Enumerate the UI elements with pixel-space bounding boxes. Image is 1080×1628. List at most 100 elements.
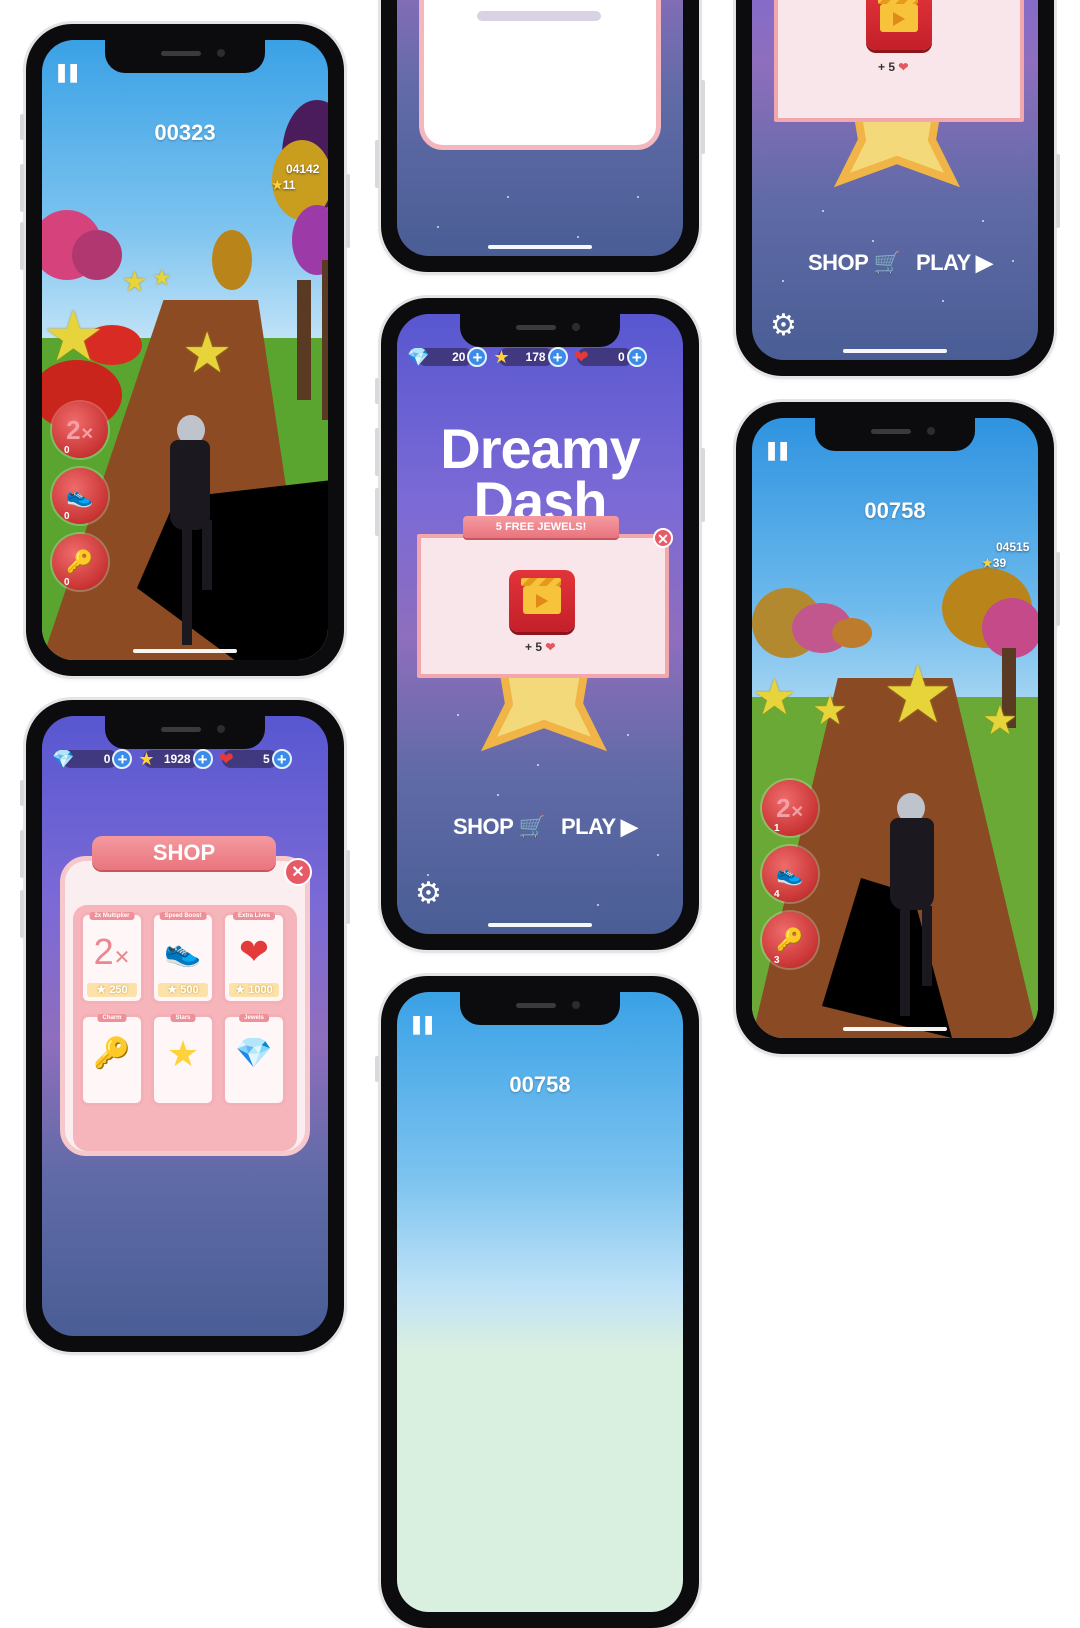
shop-title: SHOP (152, 840, 216, 865)
shop-button[interactable]: SHOP 🛒 (453, 814, 546, 840)
play-button[interactable]: PLAY ▶ (561, 814, 638, 840)
play-icon: ▶ (975, 250, 993, 275)
powerup-count: 0 (64, 445, 70, 456)
game-screen: ★ ★ ★ ★ ❚❚ 00323 04142 ★11 2✕ 0 👟 0 🔑 0 (42, 40, 328, 660)
star-icon: ★ (138, 748, 155, 769)
add-stars-button[interactable]: + (547, 347, 568, 367)
heart-jewel-icon: ❤ (898, 60, 909, 74)
item-label: Jewels (239, 1014, 269, 1022)
heart-icon: ❤ (218, 748, 234, 769)
speed-shoes-powerup[interactable]: 👟 0 (52, 468, 108, 524)
charm-powerup[interactable]: 🔑 3 (762, 912, 818, 968)
jewel-counter: 💎 20 + (407, 346, 488, 368)
home-indicator (488, 923, 592, 927)
lives-counter: ❤ 5 + (219, 748, 292, 770)
double-multiplier-icon: 2✕ (66, 414, 94, 445)
best-score: 04515 (996, 540, 1030, 554)
pause-button[interactable]: ❚❚ (409, 1014, 436, 1035)
heart-icon: ❤ (573, 346, 589, 367)
free-jewels-popup: + 5 ❤ (417, 534, 669, 678)
watch-video-button[interactable] (509, 570, 575, 632)
close-button[interactable]: ✕ (284, 858, 312, 886)
pause-button[interactable]: ❚❚ (764, 440, 791, 461)
star-icon: ★ (493, 346, 510, 367)
free-jewels-ribbon: 5 FREE JEWELS! (463, 516, 619, 538)
star-icon: ★ (982, 556, 993, 570)
play-button[interactable]: PLAY ▶ (916, 250, 993, 276)
phone-menu-cropped-top (375, 0, 705, 272)
star-icon: ★ (166, 1033, 200, 1074)
menu-screen: + 5 ❤ SHOP 🛒 PLAY ▶ ⚙ (752, 0, 1038, 360)
popup-panel (419, 0, 661, 150)
shop-item-jewels[interactable]: Jewels 💎 (222, 1014, 286, 1106)
charm-powerup[interactable]: 🔑 0 (52, 534, 108, 590)
pause-button[interactable]: ❚❚ (54, 62, 81, 83)
extra-lives-heart-icon: ❤ (238, 931, 270, 972)
lives-counter: ❤ 0 + (574, 346, 647, 368)
menu-screen (397, 0, 683, 256)
jewel-icon: 💎 (235, 1037, 273, 1070)
menu-screen: 💎 20 + ★ 178 + ❤ 0 + Dreamy Dash + 5 ❤ 5… (397, 314, 683, 934)
add-jewels-button[interactable]: + (112, 749, 133, 769)
item-label: Speed Boost (159, 912, 207, 920)
free-jewels-popup: + 5 ❤ (774, 0, 1024, 122)
item-label: Stars (170, 1014, 196, 1022)
reward-amount: + 5 ❤ (525, 640, 556, 654)
jewel-counter: 💎 0 + (52, 748, 133, 770)
double-multiplier-powerup[interactable]: 2✕ 0 (52, 402, 108, 458)
add-lives-button[interactable]: + (271, 749, 292, 769)
star-counter: ★ 178 + (493, 346, 568, 368)
charm-wand-icon: 🔑 (66, 549, 94, 574)
phone-gameplay-1: ★ ★ ★ ★ ❚❚ 00323 04142 ★11 2✕ 0 👟 0 🔑 0 (20, 24, 350, 676)
score: 00323 (154, 120, 216, 145)
cart-icon: 🛒 (873, 250, 901, 275)
charm-wand-icon: 🔑 (776, 927, 804, 952)
speed-shoes-powerup[interactable]: 👟 4 (762, 846, 818, 902)
shop-item-speed-boost[interactable]: Speed Boost 👟 ★ 500 (151, 912, 215, 1004)
resource-bar: 💎 0 + ★ 1928 + ❤ 5 + (52, 746, 318, 772)
best-score: 04142 (286, 162, 320, 176)
speed-shoes-icon: 👟 (66, 483, 94, 508)
double-multiplier-icon: 2✕ (776, 792, 804, 823)
heart-jewel-icon: ❤ (545, 640, 556, 654)
gear-icon[interactable]: ⚙ (770, 308, 797, 343)
item-price: ★ 500 (158, 983, 208, 997)
powerup-count: 1 (774, 823, 780, 834)
phone-main-menu: 💎 20 + ★ 178 + ❤ 0 + Dreamy Dash + 5 ❤ 5… (375, 298, 705, 950)
add-jewels-button[interactable]: + (467, 347, 488, 367)
home-indicator (843, 349, 947, 353)
add-stars-button[interactable]: + (192, 749, 213, 769)
game-title: Dreamy Dash (440, 417, 640, 534)
double-multiplier-powerup[interactable]: 2✕ 1 (762, 780, 818, 836)
score: 00758 (509, 1072, 571, 1097)
cart-icon: 🛒 (518, 814, 546, 839)
watch-video-button[interactable] (866, 0, 932, 50)
resource-bar: 💎 20 + ★ 178 + ❤ 0 + (407, 344, 673, 370)
home-indicator (133, 649, 237, 653)
star-icon: ★ (272, 178, 283, 192)
shop-item-stars[interactable]: Stars ★ (151, 1014, 215, 1106)
close-button[interactable]: ✕ (653, 528, 673, 548)
add-lives-button[interactable]: + (626, 347, 647, 367)
score: 00758 (864, 498, 926, 523)
powerup-count: 4 (774, 889, 780, 900)
jewel-icon: 💎 (52, 748, 75, 769)
jewel-icon: 💎 (407, 346, 430, 367)
gear-icon[interactable]: ⚙ (415, 876, 442, 911)
shop-item-extra-lives[interactable]: Extra Lives ❤ ★ 1000 (222, 912, 286, 1004)
shop-item-2x-multiplier[interactable]: 2x Multiplier 2✕ ★ 250 (80, 912, 144, 1004)
charm-wand-icon: 🔑 (93, 1037, 131, 1070)
item-label: 2x Multiplier (89, 912, 135, 920)
home-indicator (843, 1027, 947, 1031)
phone-gameplay-2: ★ ★ ★ ★ ❚❚ 00758 04515 ★39 2✕ 1 👟 4 🔑 3 (736, 402, 1060, 1054)
item-price: ★ 250 (87, 983, 137, 997)
powerup-count: 0 (64, 577, 70, 588)
play-icon: ▶ (620, 814, 638, 839)
phone-gameplay-cropped: ❚❚ 00758 (375, 976, 699, 1628)
reward-amount: + 5 ❤ (878, 60, 909, 74)
phone-menu-cropped-right: + 5 ❤ SHOP 🛒 PLAY ▶ ⚙ (736, 0, 1060, 376)
item-label: Extra Lives (232, 912, 276, 920)
phone-shop: 💎 0 + ★ 1928 + ❤ 5 + SHOP ✕ 2x Multiplie… (20, 700, 350, 1352)
shop-button[interactable]: SHOP 🛒 (808, 250, 901, 276)
shop-item-charm[interactable]: Charm 🔑 (80, 1014, 144, 1106)
